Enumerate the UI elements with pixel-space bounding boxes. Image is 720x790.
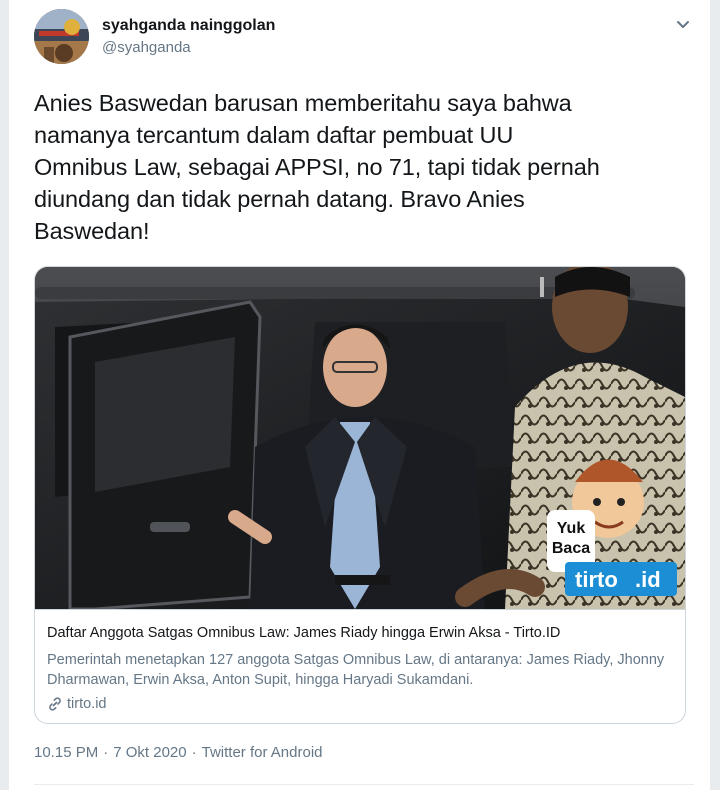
tweet-meta: 10.15 PM · 7 Okt 2020 · Twitter for Android <box>34 744 323 761</box>
card-description: Pemerintah menetapkan 127 anggota Satgas… <box>47 652 665 688</box>
link-icon <box>49 697 61 711</box>
tweet-date[interactable]: 7 Okt 2020 <box>113 744 186 761</box>
tweet-source[interactable]: Twitter for Android <box>202 744 323 761</box>
badge-line1: Yuk <box>557 520 586 537</box>
card-image: Yuk Baca tirto .id <box>35 267 685 609</box>
tweet-card: syahganda nainggolan @syahganda Anies Ba… <box>10 0 710 790</box>
divider <box>34 784 694 785</box>
author-handle[interactable]: @syahganda <box>102 39 191 56</box>
tweet-text: Anies Baswedan barusan memberitahu saya … <box>34 90 600 244</box>
chevron-down-icon[interactable] <box>672 14 694 36</box>
window-frame-left <box>0 0 9 790</box>
card-title[interactable]: Daftar Anggota Satgas Omnibus Law: James… <box>47 625 560 641</box>
avatar[interactable] <box>34 9 89 64</box>
meta-separator-2: · <box>191 744 197 761</box>
avatar-image <box>34 9 89 64</box>
card-domain[interactable]: tirto.id <box>47 696 107 712</box>
window-frame-right <box>710 0 720 790</box>
badge-brand-suffix: .id <box>635 567 661 592</box>
tweet-time[interactable]: 10.15 PM <box>34 744 98 761</box>
meta-separator: · <box>103 744 109 761</box>
link-card[interactable]: Yuk Baca tirto .id Daftar Anggota Satgas… <box>34 266 686 724</box>
badge-line2: Baca <box>552 540 590 557</box>
card-domain-text: tirto.id <box>67 696 107 712</box>
card-body[interactable]: Daftar Anggota Satgas Omnibus Law: James… <box>35 609 685 723</box>
badge-brand: tirto <box>575 567 618 592</box>
author-name[interactable]: syahganda nainggolan <box>102 17 275 35</box>
